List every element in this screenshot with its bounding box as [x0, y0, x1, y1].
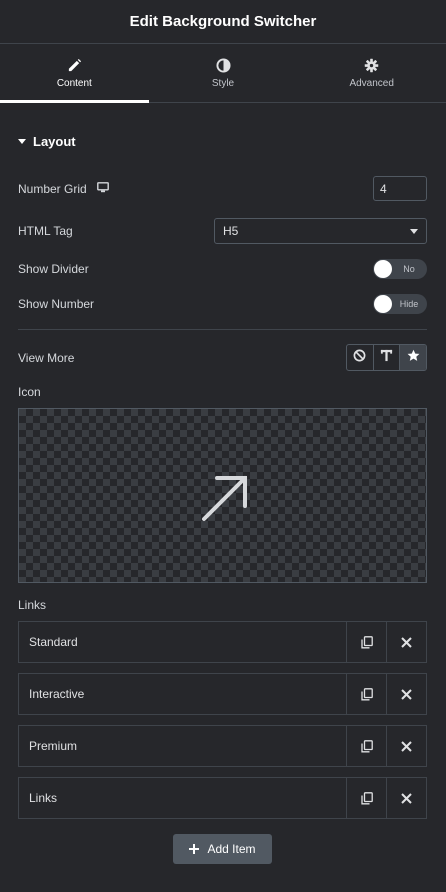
duplicate-button[interactable]	[346, 778, 386, 818]
html-tag-value: H5	[223, 224, 239, 238]
view-more-choices	[346, 344, 427, 371]
icon-preview[interactable]	[18, 408, 427, 583]
close-icon	[401, 688, 412, 700]
toggle-knob	[374, 260, 392, 278]
tab-content[interactable]: Content	[0, 45, 149, 103]
show-divider-toggle[interactable]: No	[373, 259, 427, 279]
tab-advanced-label: Advanced	[349, 78, 394, 89]
panel-tabs: Content Style Advanced	[0, 45, 446, 103]
view-more-option-icon[interactable]	[400, 345, 426, 370]
chevron-down-icon	[410, 229, 418, 234]
remove-button[interactable]	[386, 778, 426, 818]
show-number-toggle[interactable]: Hide	[373, 294, 427, 314]
duplicate-button[interactable]	[346, 726, 386, 766]
repeater-item: Links	[18, 777, 427, 819]
copy-icon	[360, 687, 373, 700]
show-divider-state: No	[403, 264, 415, 274]
number-grid-label: Number Grid	[18, 182, 87, 196]
repeater-item-title[interactable]: Links	[19, 778, 346, 818]
arrow-up-right-icon	[202, 476, 247, 521]
number-grid-input[interactable]	[373, 176, 427, 201]
copy-icon	[360, 739, 373, 752]
gear-icon	[364, 58, 379, 73]
duplicate-button[interactable]	[346, 674, 386, 714]
desktop-icon[interactable]	[96, 182, 109, 196]
html-tag-select[interactable]: H5	[214, 218, 427, 244]
view-more-option-text[interactable]	[374, 345, 401, 370]
remove-button[interactable]	[386, 726, 426, 766]
none-icon	[353, 349, 366, 367]
add-item-label: Add Item	[207, 842, 256, 856]
duplicate-button[interactable]	[346, 622, 386, 662]
repeater-item: Premium	[18, 725, 427, 767]
text-icon	[380, 349, 393, 367]
repeater-item-title[interactable]: Interactive	[19, 674, 346, 714]
caret-down-icon	[18, 139, 26, 144]
pencil-icon	[67, 58, 82, 73]
number-grid-label-group: Number Grid	[18, 182, 109, 196]
show-number-state: Hide	[399, 299, 419, 309]
tab-content-label: Content	[56, 78, 92, 89]
show-number-label: Show Number	[18, 297, 95, 311]
close-icon	[401, 792, 412, 804]
tab-style[interactable]: Style	[149, 45, 298, 102]
view-more-option-none[interactable]	[347, 345, 374, 370]
toggle-knob	[374, 295, 392, 313]
copy-icon	[360, 791, 373, 804]
remove-button[interactable]	[386, 622, 426, 662]
repeater-item: Interactive	[18, 673, 427, 715]
section-toggle-layout[interactable]: Layout	[18, 134, 76, 149]
star-icon	[407, 349, 420, 367]
section-title: Layout	[33, 134, 76, 149]
panel-header: Edit Background Switcher	[0, 0, 446, 44]
show-divider-label: Show Divider	[18, 262, 89, 276]
remove-button[interactable]	[386, 674, 426, 714]
tab-style-label: Style	[211, 78, 235, 89]
tab-advanced[interactable]: Advanced	[297, 45, 446, 102]
repeater-item-title[interactable]: Standard	[19, 622, 346, 662]
html-tag-label: HTML Tag	[18, 224, 73, 238]
repeater-item: Standard	[18, 621, 427, 663]
close-icon	[401, 636, 412, 648]
view-more-label: View More	[18, 351, 75, 365]
copy-icon	[360, 635, 373, 648]
repeater-item-title[interactable]: Premium	[19, 726, 346, 766]
divider	[18, 329, 427, 330]
links-label: Links	[18, 598, 47, 612]
add-item-button[interactable]: Add Item	[173, 834, 272, 864]
icon-label: Icon	[18, 385, 41, 399]
plus-icon	[189, 844, 200, 854]
panel-title: Edit Background Switcher	[129, 13, 317, 30]
contrast-icon	[215, 58, 231, 73]
close-icon	[401, 740, 412, 752]
